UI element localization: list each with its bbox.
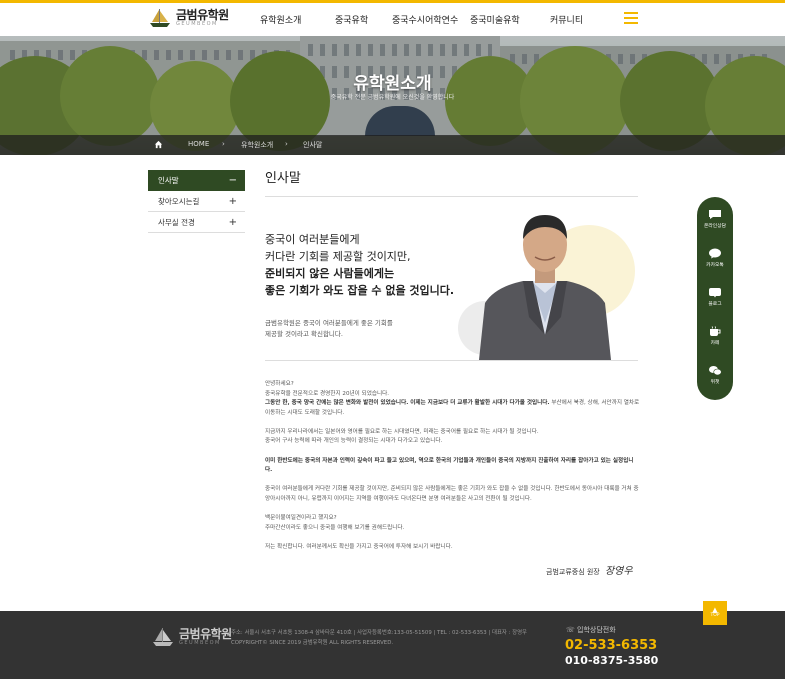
main-nav: 유학원소개 중국유학 중국수시어학연수 중국미술유학 커뮤니티 [0,13,785,27]
chat-icon [709,210,721,219]
scroll-top-button[interactable]: ▲ TOP [703,601,727,625]
breadcrumb-greeting[interactable]: 인사말 [303,140,322,150]
intro-text: 금범유학원은 중국이 여러분들에게 좋은 기회를 제공할 것이라고 확신합니다. [265,319,393,338]
sidebar-item-office[interactable]: 사무실 전경 + [148,212,245,233]
brand-name: 금범유학원 [179,627,232,641]
sidebar-item-directions[interactable]: 찾아오시는길 + [148,191,245,212]
quick-item-online-consult[interactable]: 온라인상담 [697,209,733,229]
phone-icon: ☏ [566,626,575,634]
plus-icon: + [228,196,237,207]
nav-item-about[interactable]: 유학원소개 [260,13,301,26]
hamburger-menu-icon[interactable] [624,12,638,24]
blog-icon [709,288,721,298]
ship-logo-icon [153,628,173,646]
cafe-icon [710,326,721,336]
quick-menu: 온라인상담 카카오톡 블로그 카페 위챗 [697,197,733,400]
nav-item-language-course[interactable]: 중국수시어학연수 [392,13,458,26]
headline: 중국이 여러분들에게 커다란 기회를 제공할 것이지만, 준비되지 않은 사람들… [265,233,455,297]
hero-banner: 유학원소개 중국유학 전문 금범유학원에 오신것을 환영합니다 HOME › 유… [0,36,785,155]
sidebar-item-label: 인사말 [158,176,179,185]
footer: 금범유학원 GEUMBEOM 주소: 서울시 서초구 서초동 1308-4 삼바… [0,611,785,679]
quick-item-cafe[interactable]: 카페 [697,326,733,346]
hero-subtitle: 중국유학 전문 금범유학원에 오신것을 환영합니다 [330,94,455,101]
breadcrumb-about[interactable]: 유학원소개 [241,140,273,150]
sidebar-item-greeting[interactable]: 인사말 − [148,170,245,191]
phone-number-main[interactable]: 02-533-6353 [565,638,657,653]
nav-item-china-study[interactable]: 중국유학 [335,13,368,26]
header: 금범유학원 GEUMBEOM 유학원소개 중국유학 중국수시어학연수 중국미술유… [0,3,785,36]
portrait-image [479,215,611,360]
quick-item-blog[interactable]: 블로그 [697,287,733,307]
greeting-body: 안녕하세요? 중국유학을 전문적으로 경영한지 20년이 되었습니다. 그동안 … [265,381,640,550]
counsel-label: ☏ 입학상담전화 [566,626,616,634]
kakao-icon [709,248,721,259]
sidebar-item-label: 사무실 전경 [158,218,195,227]
director-photo [455,205,640,360]
signature-name: 장영우 [604,566,633,577]
quick-item-kakaotalk[interactable]: 카카오톡 [697,248,733,268]
nav-item-community[interactable]: 커뮤니티 [550,13,583,26]
divider [265,196,638,197]
chevron-right-icon: › [222,140,225,148]
brand-name-en: GEUMBEOM [179,640,221,646]
phone-number-mobile[interactable]: 010-8375-3580 [565,654,658,667]
sidebar-item-label: 찾아오시는길 [158,197,200,206]
footer-logo[interactable]: 금범유학원 GEUMBEOM [150,627,232,647]
chevron-right-icon: › [285,140,288,148]
breadcrumb-home[interactable]: HOME [188,140,209,148]
quick-item-wechat[interactable]: 위챗 [697,365,733,385]
divider [265,360,638,361]
plus-icon: + [228,217,237,228]
minus-icon: − [228,175,237,186]
hero-title: 유학원소개 [353,74,432,94]
wechat-icon [709,366,722,376]
home-icon[interactable] [154,140,163,149]
signature: 금범교류중심 원장 장영우 [546,566,633,577]
footer-info: 주소: 서울시 서초구 서초동 1308-4 삼바타운 410호 | 사업자등록… [231,630,527,646]
breadcrumb: HOME › 유학원소개 › 인사말 [0,135,785,155]
page-title: 인사말 [265,171,301,186]
nav-item-art-study[interactable]: 중국미술유학 [470,13,520,26]
